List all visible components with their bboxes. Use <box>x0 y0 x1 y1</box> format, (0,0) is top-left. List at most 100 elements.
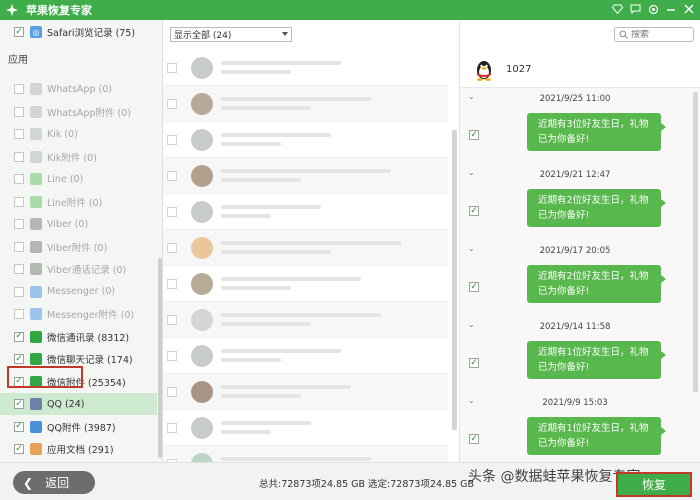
checkbox[interactable] <box>14 129 24 139</box>
close-icon[interactable] <box>682 2 696 16</box>
blurred-preview <box>221 349 341 362</box>
search-box[interactable] <box>614 27 694 42</box>
avatar <box>191 416 213 439</box>
sidebar-item[interactable]: ✓ QQ (24) <box>0 393 157 415</box>
checkbox[interactable] <box>14 286 24 297</box>
sidebar-item[interactable]: ✓ QQ附件 (3987) <box>0 416 157 438</box>
back-button[interactable]: ❮ 返回 <box>13 471 95 494</box>
checkbox[interactable] <box>14 196 24 207</box>
list-scrollbar[interactable] <box>452 130 457 430</box>
watermark-text: 头条 @数据蛙苹果恢复专家 <box>468 469 641 485</box>
checkbox[interactable] <box>167 242 177 253</box>
list-item[interactable] <box>163 194 448 230</box>
sidebar-item[interactable]: Messenger附件 (0) <box>0 303 157 325</box>
checkbox[interactable] <box>14 219 24 229</box>
checkbox[interactable] <box>167 422 177 433</box>
checkbox[interactable] <box>14 84 24 94</box>
checkbox[interactable] <box>167 98 177 109</box>
checkbox[interactable]: ✓ <box>14 421 24 432</box>
blurred-text <box>221 286 291 290</box>
sidebar-item[interactable]: ✓ 应用文档 (291) <box>0 438 157 460</box>
list-item[interactable] <box>163 122 448 158</box>
checkbox[interactable] <box>167 134 177 145</box>
checkbox[interactable] <box>14 264 24 274</box>
sidebar-item[interactable]: Viber通话记录 (0) <box>0 258 157 280</box>
blurred-preview <box>221 385 351 398</box>
message-checkbox[interactable]: ✓ <box>469 282 479 292</box>
diamond-icon[interactable] <box>610 2 624 16</box>
search-input[interactable] <box>631 29 691 40</box>
list-item[interactable] <box>163 302 448 338</box>
recover-button[interactable]: 恢复 <box>616 472 692 497</box>
checkbox[interactable]: ✓ <box>14 376 24 387</box>
blurred-text <box>221 430 271 434</box>
sidebar-item-safari-history[interactable]: ✓ ◎ Safari浏览记录 (75) <box>0 21 157 43</box>
sidebar-item[interactable]: WhatsApp (0) <box>0 78 157 100</box>
list-item[interactable] <box>163 86 448 122</box>
sidebar-scrollbar[interactable] <box>158 258 162 458</box>
filter-selected-value: 显示全部 (24) <box>174 31 232 41</box>
sidebar-item-label: Messenger (0) <box>47 286 116 297</box>
list-item[interactable] <box>163 230 448 266</box>
message-checkbox[interactable]: ✓ <box>469 130 479 140</box>
message-timestamp: 2021/9/21 12:47 <box>539 170 611 180</box>
blurred-text <box>221 169 391 173</box>
settings-icon[interactable] <box>646 2 660 16</box>
sidebar-item-label: QQ (24) <box>47 398 85 410</box>
sidebar-item[interactable]: Viber附件 (0) <box>0 236 157 258</box>
sidebar-item[interactable]: Kik附件 (0) <box>0 146 157 168</box>
message-checkbox[interactable]: ✓ <box>469 206 479 216</box>
sidebar-item[interactable]: ✓ 微信通讯录 (8312) <box>0 326 157 348</box>
list-item[interactable] <box>163 158 448 194</box>
checkbox[interactable] <box>14 241 24 252</box>
blurred-text <box>221 142 281 146</box>
filter-dropdown[interactable]: 显示全部 (24) <box>170 27 292 42</box>
blurred-preview <box>221 277 361 290</box>
checkbox[interactable] <box>167 278 177 289</box>
checkbox[interactable] <box>14 106 24 117</box>
blurred-text <box>221 349 341 353</box>
avatar <box>191 380 213 403</box>
checkbox[interactable]: ✓ <box>14 444 24 454</box>
blurred-preview <box>221 241 401 254</box>
chat-bubble-icon[interactable] <box>628 2 642 16</box>
sidebar-item[interactable]: WhatsApp附件 (0) <box>0 101 157 123</box>
sidebar-item[interactable]: ✓ 微信附件 (25354) <box>0 371 157 393</box>
message-list-panel: 显示全部 (24) <box>163 20 460 462</box>
list-item[interactable] <box>163 50 448 86</box>
checkbox[interactable] <box>14 151 24 162</box>
list-item[interactable] <box>163 374 448 410</box>
sidebar-item[interactable]: Line (0) <box>0 168 157 190</box>
qq-attachment-icon <box>30 420 42 433</box>
sidebar-item[interactable]: Viber (0) <box>0 213 157 235</box>
checkbox[interactable] <box>167 350 177 361</box>
checkbox[interactable]: ✓ <box>14 331 24 342</box>
list-item[interactable] <box>163 266 448 302</box>
sidebar-item[interactable]: Kik (0) <box>0 123 157 145</box>
blurred-text <box>221 322 311 326</box>
list-item[interactable] <box>163 446 448 462</box>
checkbox[interactable] <box>167 206 177 217</box>
minimize-icon[interactable] <box>664 2 678 16</box>
checkbox[interactable] <box>167 170 177 181</box>
sidebar-item[interactable]: Line附件 (0) <box>0 191 157 213</box>
blurred-text <box>221 421 311 425</box>
sidebar-item-label: WhatsApp (0) <box>47 83 112 95</box>
message-checkbox[interactable]: ✓ <box>469 358 479 368</box>
chat-scrollbar[interactable] <box>693 92 698 392</box>
checkbox[interactable] <box>14 309 24 319</box>
list-item[interactable] <box>163 338 448 374</box>
checkbox[interactable] <box>14 174 24 184</box>
checkbox[interactable] <box>167 314 177 325</box>
checkbox[interactable] <box>167 62 177 73</box>
checkbox[interactable] <box>167 386 177 397</box>
checkbox[interactable]: ✓ <box>14 399 24 409</box>
sidebar-item-label: QQ附件 (3987) <box>47 422 116 434</box>
message-checkbox[interactable]: ✓ <box>469 434 479 444</box>
blurred-preview <box>221 97 371 110</box>
checkbox[interactable]: ✓ <box>14 27 24 37</box>
checkbox[interactable]: ✓ <box>14 354 24 364</box>
sidebar-item[interactable]: Messenger (0) <box>0 281 157 303</box>
list-item[interactable] <box>163 410 448 446</box>
sidebar-item[interactable]: ✓ 微信聊天记录 (174) <box>0 348 157 370</box>
